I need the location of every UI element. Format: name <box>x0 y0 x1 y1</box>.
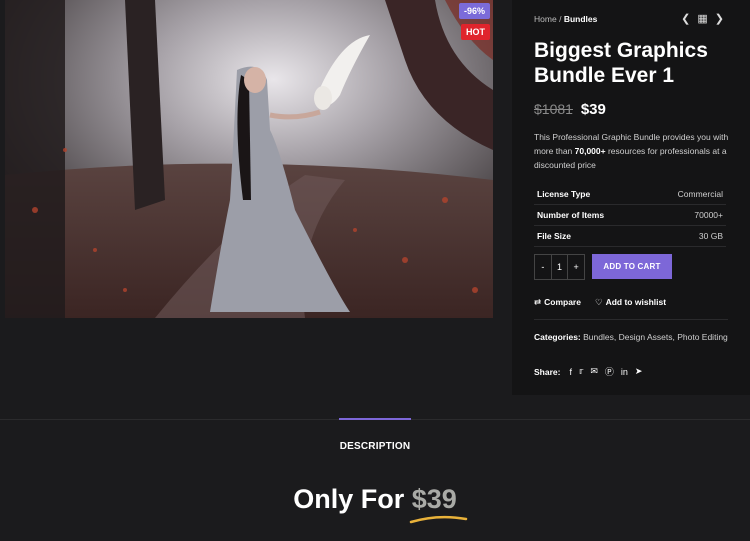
chevron-left-icon[interactable]: ❮ <box>681 12 690 25</box>
description-highlight: 70,000+ <box>574 146 606 156</box>
spec-value: 70000+ <box>646 204 726 226</box>
current-price: $39 <box>580 101 606 118</box>
product-photo <box>5 0 493 318</box>
old-price: $1081 <box>534 101 573 117</box>
product-categories: Categories: Bundles, Design Assets, Phot… <box>534 332 728 342</box>
spec-label: License Type <box>534 184 647 205</box>
twitter-icon[interactable]: 𝕣 <box>579 366 583 377</box>
spec-row: File Size 30 GB <box>534 225 726 247</box>
share-bar: Share: f 𝕣 ✉ Ⓟ in ➤ <box>534 365 642 378</box>
spec-row: Number of Items 70000+ <box>534 204 726 226</box>
category-link[interactable]: Bundles <box>583 332 614 342</box>
product-navigation: ❮ ▦ ❯ <box>681 12 724 25</box>
quantity-plus-button[interactable]: + <box>568 255 584 279</box>
hot-badge: HOT <box>461 24 490 40</box>
shuffle-icon: ⇄ <box>534 297 542 307</box>
active-tab-indicator <box>339 418 411 420</box>
discount-badge: -96% <box>458 3 490 19</box>
category-link[interactable]: Photo Editing <box>677 332 728 342</box>
promo-prefix: Only For <box>293 484 405 514</box>
quantity-minus-button[interactable]: - <box>535 255 551 279</box>
promo-amount: $39 <box>411 484 457 514</box>
wishlist-link[interactable]: ♡ Add to wishlist <box>595 297 666 308</box>
heart-icon: ♡ <box>594 297 603 307</box>
compare-link[interactable]: ⇄ Compare <box>534 297 581 308</box>
compare-label: Compare <box>544 297 581 307</box>
email-icon[interactable]: ✉ <box>590 366 598 377</box>
tab-description[interactable]: DESCRIPTION <box>0 441 750 452</box>
share-label: Share: <box>534 366 561 377</box>
product-summary-panel: Home / Bundles ❮ ▦ ❯ Biggest Graphics Bu… <box>512 0 750 395</box>
breadcrumb-home[interactable]: Home <box>534 14 557 24</box>
category-link[interactable]: Design Assets <box>619 332 673 342</box>
short-description: This Professional Graphic Bundle provide… <box>534 130 739 172</box>
product-image[interactable]: -96% HOT <box>5 0 493 318</box>
breadcrumb-current[interactable]: Bundles <box>564 14 598 24</box>
divider <box>534 319 728 320</box>
spec-row: License Type Commercial <box>534 184 726 205</box>
spec-value: Commercial <box>646 184 726 205</box>
add-to-cart-button[interactable]: ADD TO CART <box>592 254 672 279</box>
spec-label: File Size <box>534 225 647 247</box>
quantity-input[interactable]: 1 <box>550 255 569 279</box>
telegram-icon[interactable]: ➤ <box>635 366 643 377</box>
specs-table: License Type Commercial Number of Items … <box>534 184 726 247</box>
product-price: $1081 $39 <box>534 101 606 118</box>
facebook-icon[interactable]: f <box>569 367 572 377</box>
pinterest-icon[interactable]: Ⓟ <box>605 365 614 378</box>
grid-icon[interactable]: ▦ <box>697 12 707 25</box>
spec-value: 30 GB <box>646 225 726 247</box>
product-title: Biggest Graphics Bundle Ever 1 <box>534 39 708 87</box>
wishlist-label: Add to wishlist <box>605 297 667 307</box>
breadcrumb: Home / Bundles <box>534 14 597 24</box>
quantity-stepper: - 1 + <box>534 254 585 280</box>
promo-heading: Only For $39 <box>0 484 750 515</box>
categories-label: Categories: <box>534 332 581 342</box>
chevron-right-icon[interactable]: ❯ <box>715 12 724 25</box>
underline-swoosh-icon <box>409 515 468 524</box>
product-actions: ⇄ Compare ♡ Add to wishlist <box>534 297 666 308</box>
spec-label: Number of Items <box>534 204 647 226</box>
breadcrumb-separator: / <box>559 14 562 24</box>
linkedin-icon[interactable]: in <box>621 367 628 377</box>
